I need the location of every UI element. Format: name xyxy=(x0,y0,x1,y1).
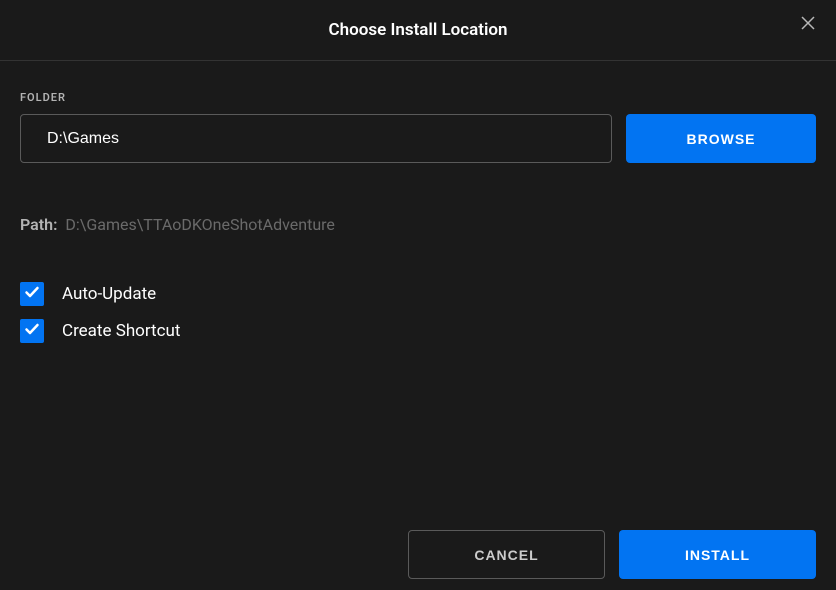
dialog-header: Choose Install Location xyxy=(0,0,836,61)
create-shortcut-label: Create Shortcut xyxy=(62,321,180,341)
path-label: Path: xyxy=(20,215,57,234)
checkbox-row-create-shortcut: Create Shortcut xyxy=(20,319,816,343)
path-value: D:\Games\TTAoDKOneShotAdventure xyxy=(65,215,335,234)
auto-update-checkbox[interactable] xyxy=(20,282,44,306)
folder-row: BROWSE xyxy=(20,114,816,163)
check-icon xyxy=(24,284,40,304)
install-button[interactable]: INSTALL xyxy=(619,530,816,579)
folder-input[interactable] xyxy=(20,114,612,163)
create-shortcut-checkbox[interactable] xyxy=(20,319,44,343)
cancel-button[interactable]: CANCEL xyxy=(408,530,605,579)
check-icon xyxy=(24,321,40,341)
checkbox-group: Auto-Update Create Shortcut xyxy=(20,282,816,343)
folder-label: FOLDER xyxy=(20,91,816,104)
dialog-title: Choose Install Location xyxy=(328,20,507,40)
close-button[interactable] xyxy=(798,14,818,34)
browse-button[interactable]: BROWSE xyxy=(626,114,816,163)
close-icon xyxy=(800,15,816,34)
dialog-content: FOLDER BROWSE Path: D:\Games\TTAoDKOneSh… xyxy=(0,61,836,343)
checkbox-row-auto-update: Auto-Update xyxy=(20,282,816,306)
auto-update-label: Auto-Update xyxy=(62,284,156,304)
path-row: Path: D:\Games\TTAoDKOneShotAdventure xyxy=(20,215,816,234)
dialog-footer: CANCEL INSTALL xyxy=(0,524,836,590)
